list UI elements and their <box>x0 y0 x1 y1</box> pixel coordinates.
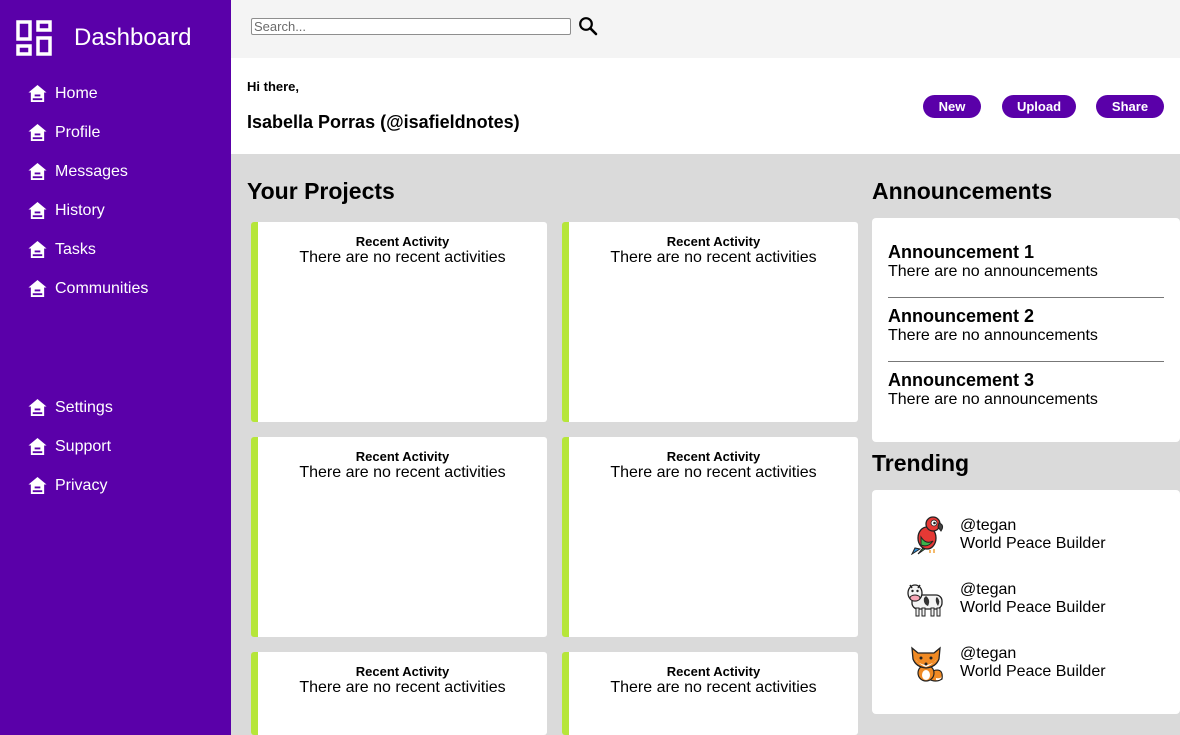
project-card[interactable]: Recent Activity There are no recent acti… <box>251 437 547 637</box>
secondary-nav: Settings Support Privacy <box>28 388 113 505</box>
announcement-item[interactable]: Announcement 1 There are no announcement… <box>888 242 1164 281</box>
trending-panel: @tegan World Peace Builder @tegan World … <box>872 490 1180 714</box>
projects-title: Your Projects <box>247 178 395 204</box>
parrot-icon <box>910 516 944 555</box>
card-text: There are no recent activities <box>610 679 817 696</box>
main-nav: Home Profile Messages History Tasks Comm… <box>28 74 148 308</box>
trending-item[interactable]: @tegan World Peace Builder <box>906 643 1106 683</box>
trending-item[interactable]: @tegan World Peace Builder <box>906 579 1106 619</box>
project-card[interactable]: Recent Activity There are no recent acti… <box>562 652 858 735</box>
announcements-panel: Announcement 1 There are no announcement… <box>872 218 1180 442</box>
sidebar-item-support[interactable]: Support <box>28 427 113 466</box>
divider <box>888 361 1164 362</box>
share-button[interactable]: Share <box>1096 95 1164 118</box>
new-button[interactable]: New <box>923 95 981 118</box>
dashboard-grid-icon <box>16 20 52 56</box>
trending-title: Trending <box>872 450 970 476</box>
trending-handle: @tegan <box>960 517 1017 534</box>
home-icon <box>28 398 47 417</box>
upload-button[interactable]: Upload <box>1002 95 1076 118</box>
top-bar <box>231 0 1180 58</box>
project-card[interactable]: Recent Activity There are no recent acti… <box>562 222 858 422</box>
announcement-item[interactable]: Announcement 3 There are no announcement… <box>888 370 1164 409</box>
announcement-heading: Announcement 3 <box>888 370 1035 390</box>
trending-handle: @tegan <box>960 645 1017 662</box>
project-card[interactable]: Recent Activity There are no recent acti… <box>251 222 547 422</box>
sidebar: Dashboard Home Profile Messages History … <box>0 0 231 735</box>
card-title: Recent Activity <box>355 449 450 464</box>
trending-handle: @tegan <box>960 581 1017 598</box>
sidebar-item-communities[interactable]: Communities <box>28 269 148 308</box>
sidebar-item-label: Home <box>55 84 98 102</box>
sidebar-item-privacy[interactable]: Privacy <box>28 466 113 505</box>
sidebar-item-history[interactable]: History <box>28 191 148 230</box>
sidebar-item-label: Tasks <box>55 240 96 258</box>
card-text: There are no recent activities <box>299 464 506 481</box>
divider <box>888 297 1164 298</box>
announcement-text: There are no announcements <box>888 327 1098 344</box>
home-icon <box>28 476 47 495</box>
cow-icon <box>907 584 943 617</box>
sidebar-item-label: Privacy <box>55 476 108 494</box>
card-text: There are no recent activities <box>610 464 817 481</box>
card-text: There are no recent activities <box>299 679 506 696</box>
home-icon <box>28 437 47 456</box>
card-title: Recent Activity <box>355 664 450 679</box>
card-text: There are no recent activities <box>299 249 506 266</box>
project-card[interactable]: Recent Activity There are no recent acti… <box>562 437 858 637</box>
trending-tagline: World Peace Builder <box>960 663 1106 680</box>
search-input[interactable] <box>251 18 571 35</box>
card-text: There are no recent activities <box>610 249 817 266</box>
search-icon[interactable] <box>578 16 598 36</box>
home-icon <box>28 279 47 298</box>
app-title: Dashboard <box>74 24 192 51</box>
announcement-heading: Announcement 1 <box>888 242 1035 262</box>
card-title: Recent Activity <box>666 234 761 249</box>
announcement-item[interactable]: Announcement 2 There are no announcement… <box>888 306 1164 345</box>
home-icon <box>28 84 47 103</box>
sidebar-item-label: Communities <box>55 279 149 297</box>
home-icon <box>28 123 47 142</box>
fox-icon <box>911 646 943 682</box>
trending-tagline: World Peace Builder <box>960 535 1106 552</box>
user-name: Isabella Porras (@isafieldnotes) <box>247 112 520 132</box>
announcement-heading: Announcement 2 <box>888 306 1035 326</box>
project-card[interactable]: Recent Activity There are no recent acti… <box>251 652 547 735</box>
home-icon <box>28 201 47 220</box>
greeting-text: Hi there, <box>247 79 300 94</box>
sidebar-item-messages[interactable]: Messages <box>28 152 148 191</box>
card-title: Recent Activity <box>666 449 761 464</box>
card-title: Recent Activity <box>666 664 761 679</box>
announcement-text: There are no announcements <box>888 391 1098 408</box>
sidebar-item-tasks[interactable]: Tasks <box>28 230 148 269</box>
home-icon <box>28 240 47 259</box>
sidebar-item-label: Messages <box>55 162 128 180</box>
sidebar-item-label: Support <box>55 437 112 455</box>
brand: Dashboard <box>16 20 191 56</box>
sidebar-item-profile[interactable]: Profile <box>28 113 148 152</box>
home-icon <box>28 162 47 181</box>
sidebar-item-label: Profile <box>55 123 101 141</box>
sidebar-item-settings[interactable]: Settings <box>28 388 113 427</box>
sidebar-item-label: Settings <box>55 398 113 416</box>
sidebar-item-label: History <box>55 201 105 219</box>
trending-item[interactable]: @tegan World Peace Builder <box>906 515 1106 555</box>
greeting-header: Hi there, Isabella Porras (@isafieldnote… <box>231 58 1180 154</box>
card-title: Recent Activity <box>355 234 450 249</box>
sidebar-item-home[interactable]: Home <box>28 74 148 113</box>
announcement-text: There are no announcements <box>888 263 1098 280</box>
announcements-title: Announcements <box>872 178 1053 204</box>
trending-tagline: World Peace Builder <box>960 599 1106 616</box>
